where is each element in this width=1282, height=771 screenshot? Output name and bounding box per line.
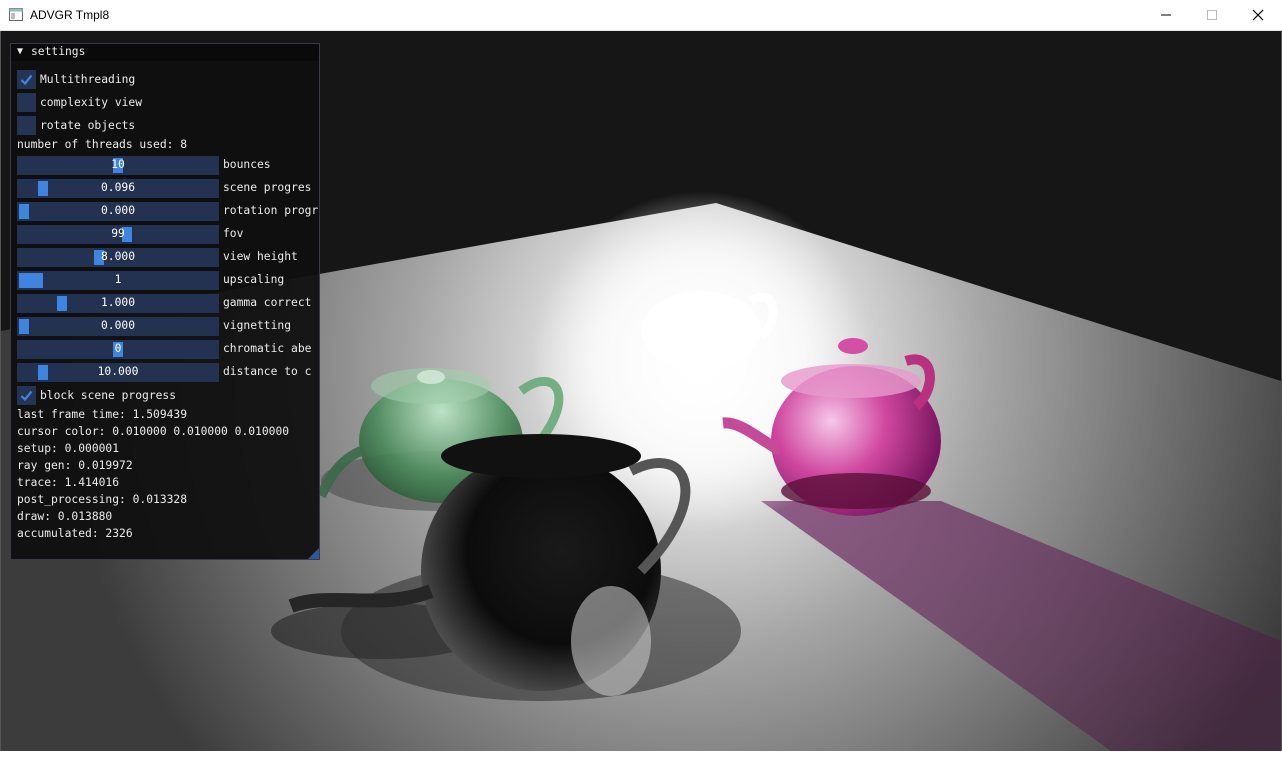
checkbox-label: block scene progress	[40, 389, 177, 402]
slider-value: 0.000	[100, 319, 135, 332]
slider-label: bounces	[223, 158, 271, 171]
distance-to-camera-slider[interactable]: 10.000 distance to c	[11, 363, 319, 383]
slider-label: fov	[223, 227, 244, 240]
stat-line: post_processing: 0.013328	[17, 493, 188, 506]
collapse-arrow-icon[interactable]: ▼	[17, 46, 23, 57]
slider-frame[interactable]: 10	[17, 156, 219, 175]
minimize-button[interactable]	[1143, 0, 1189, 30]
checkbox-label: Multithreading	[40, 73, 136, 86]
slider-value: 10	[111, 158, 125, 171]
window-bottom-strip	[0, 751, 1282, 771]
checkmark-icon	[20, 74, 33, 86]
slider-value: 99	[111, 227, 125, 240]
checkbox-box[interactable]	[17, 93, 36, 112]
fov-slider[interactable]: 99 fov	[11, 225, 319, 245]
slider-value: 0	[114, 342, 122, 355]
slider-label: vignetting	[223, 319, 292, 332]
settings-panel[interactable]: ▼ settings Multithreading complexity vie…	[10, 43, 320, 560]
slider-value: 10.000	[97, 365, 139, 378]
maximize-icon	[1207, 10, 1217, 20]
slider-frame[interactable]: 8.000	[17, 248, 219, 267]
scene-progress-slider[interactable]: 0.096 scene progres	[11, 179, 319, 199]
bounces-slider[interactable]: 10 bounces	[11, 156, 319, 176]
view-height-slider[interactable]: 8.000 view height	[11, 248, 319, 268]
minimize-icon	[1161, 14, 1171, 16]
close-button[interactable]	[1235, 0, 1281, 30]
window-frame-left	[0, 31, 1, 751]
slider-frame[interactable]: 1	[17, 271, 219, 290]
maximize-button[interactable]	[1189, 0, 1235, 30]
stat-line: cursor color: 0.010000 0.010000 0.010000	[17, 425, 290, 438]
title-bar: ADVGR Tmpl8	[0, 0, 1282, 31]
checkbox-box[interactable]	[17, 386, 36, 405]
slider-frame[interactable]: 0	[17, 340, 219, 359]
stat-line: ray gen: 0.019972	[17, 459, 133, 472]
stat-line: trace: 1.414016	[17, 476, 120, 489]
upscaling-slider[interactable]: 1 upscaling	[11, 271, 319, 291]
slider-label: distance to c	[223, 365, 312, 378]
slider-frame[interactable]: 0.096	[17, 179, 219, 198]
checkbox-label: complexity view	[40, 96, 143, 109]
slider-label: rotation progr	[223, 204, 319, 217]
close-icon	[1252, 9, 1264, 21]
slider-label: view height	[223, 250, 298, 263]
stat-line: accumulated: 2326	[17, 527, 133, 540]
gamma-correction-slider[interactable]: 1.000 gamma correct	[11, 294, 319, 314]
stat-line: last frame time: 1.509439	[17, 408, 188, 421]
slider-label: gamma correct	[223, 296, 312, 309]
slider-frame[interactable]: 99	[17, 225, 219, 244]
vignetting-slider[interactable]: 0.000 vignetting	[11, 317, 319, 337]
slider-value: 8.000	[100, 250, 135, 263]
checkbox-box[interactable]	[17, 70, 36, 89]
window-title: ADVGR Tmpl8	[30, 8, 110, 22]
threads-text: number of threads used: 8	[17, 138, 188, 151]
settings-header[interactable]: ▼ settings	[11, 44, 319, 61]
slider-frame[interactable]: 10.000	[17, 363, 219, 382]
checkbox-box[interactable]	[17, 116, 36, 135]
resize-grip[interactable]	[308, 548, 319, 559]
slider-label: chromatic abe	[223, 342, 312, 355]
slider-value: 0.000	[100, 204, 135, 217]
rotation-progress-slider[interactable]: 0.000 rotation progr	[11, 202, 319, 222]
slider-frame[interactable]: 1.000	[17, 294, 219, 313]
stat-line: setup: 0.000001	[17, 442, 120, 455]
chromatic-aberration-slider[interactable]: 0 chromatic abe	[11, 340, 319, 360]
slider-label: upscaling	[223, 273, 285, 286]
slider-value: 0.096	[100, 181, 135, 194]
slider-label: scene progres	[223, 181, 312, 194]
settings-title: settings	[31, 45, 86, 58]
slider-frame[interactable]: 0.000	[17, 317, 219, 336]
slider-value: 1	[114, 273, 122, 286]
slider-value: 1.000	[100, 296, 135, 309]
app-icon	[9, 8, 23, 21]
stat-line: draw: 0.013880	[17, 510, 113, 523]
checkmark-icon	[20, 390, 33, 402]
slider-frame[interactable]: 0.000	[17, 202, 219, 221]
checkbox-label: rotate objects	[40, 119, 136, 132]
